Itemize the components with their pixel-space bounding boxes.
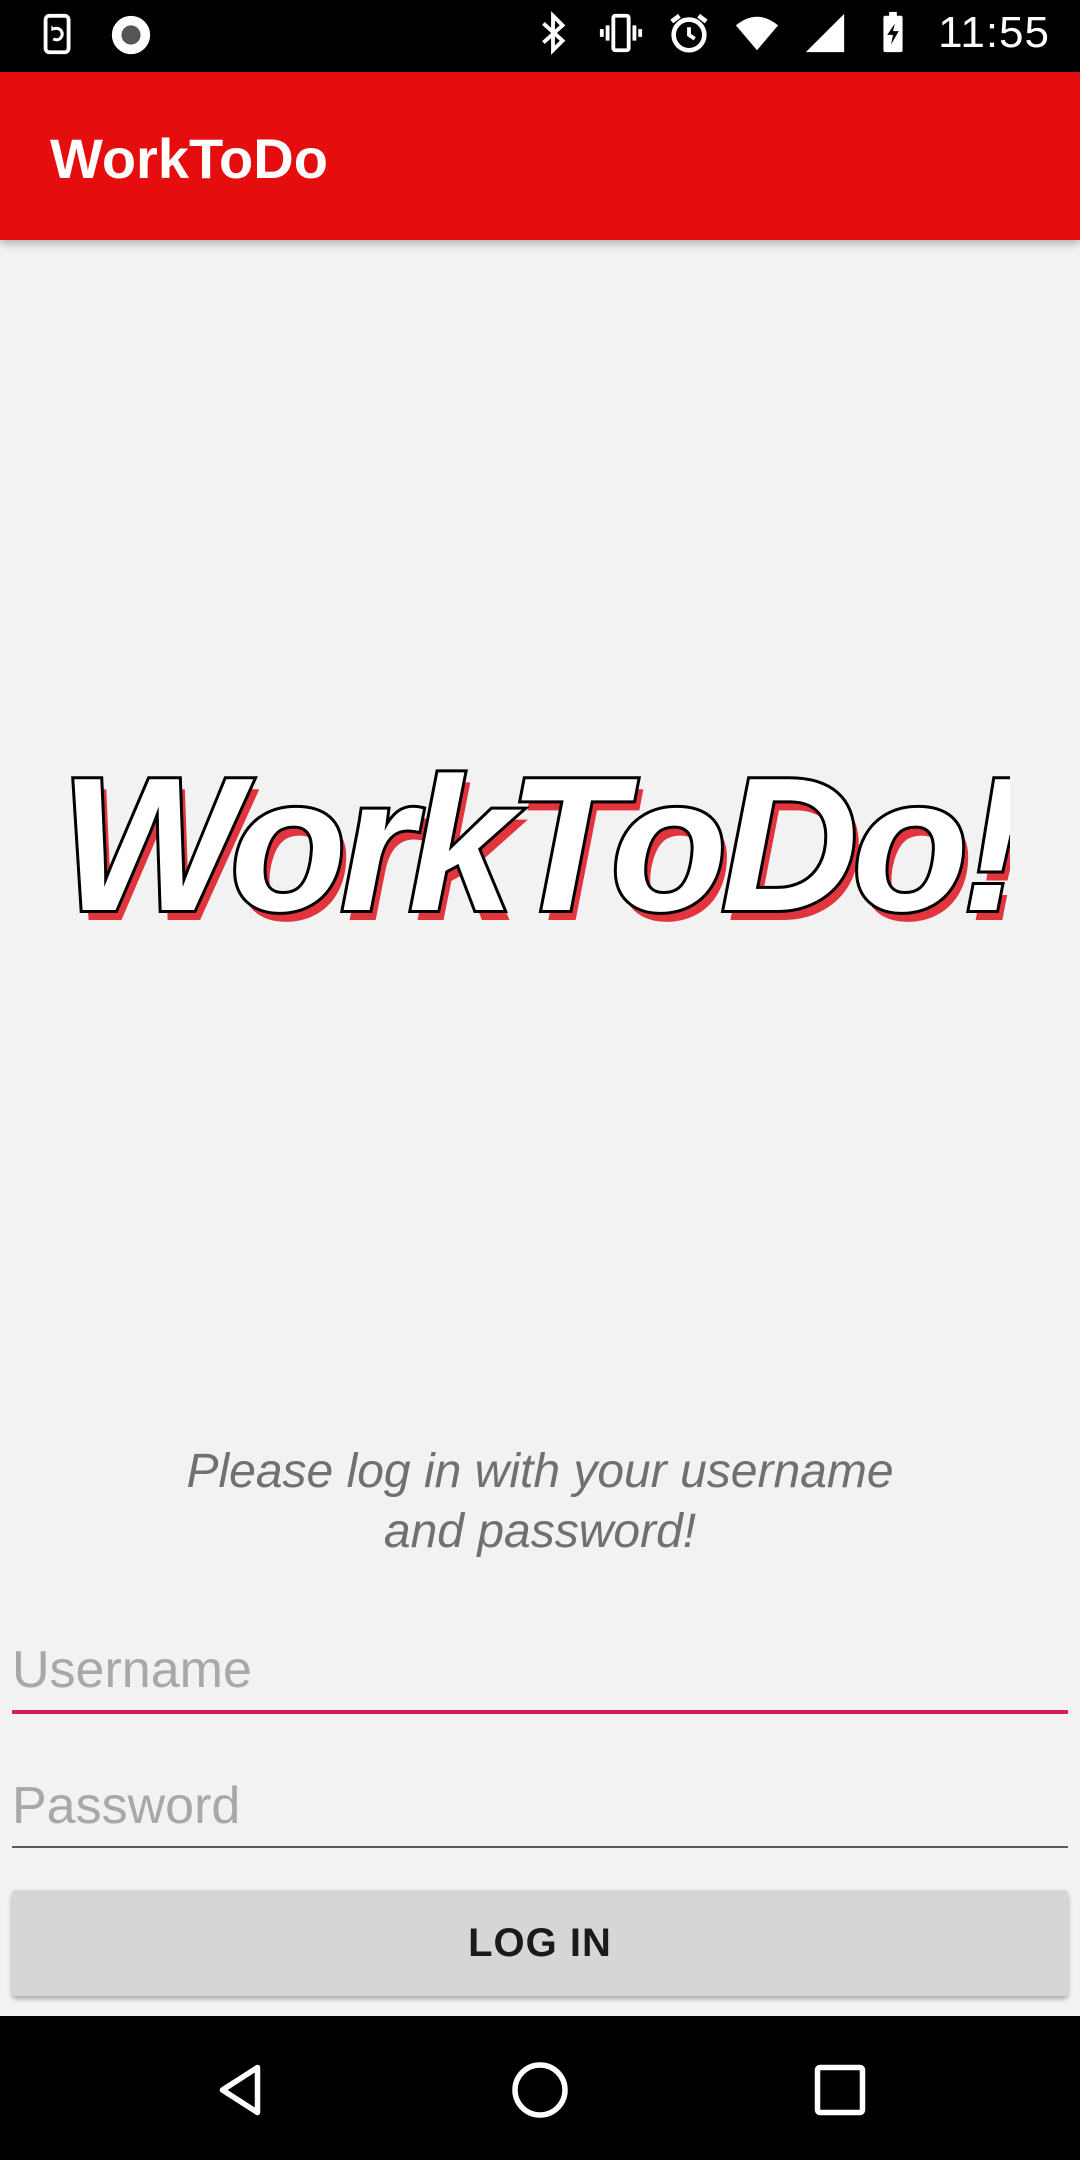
wifi-icon <box>736 16 779 51</box>
screen-rotation-icon <box>43 13 71 55</box>
signal-icon <box>805 13 845 53</box>
login-button[interactable]: LOG IN <box>12 1890 1068 1996</box>
recents-icon[interactable] <box>810 2060 870 2120</box>
bluetooth-icon <box>542 11 566 55</box>
app-title: WorkToDo <box>50 127 328 190</box>
username-input[interactable] <box>12 1630 1068 1714</box>
password-input[interactable] <box>12 1766 1068 1848</box>
battery-charging-icon <box>883 11 903 53</box>
record-icon <box>111 15 151 55</box>
app-bar: WorkToDo <box>0 72 1080 240</box>
status-time: 11:55 <box>938 8 1050 57</box>
instruction-line-1: Please log in with your username <box>186 1445 894 1498</box>
instruction-line-2: and password! <box>383 1505 697 1558</box>
app-logo: WorkToDo! WorkToDo! <box>70 736 1010 950</box>
home-icon[interactable] <box>510 2060 570 2120</box>
status-bar: 11:55 <box>0 0 1080 72</box>
alarm-icon <box>670 13 708 53</box>
logo-text: WorkToDo! <box>70 739 1010 950</box>
login-screen: 11:55 WorkToDo WorkToDo! WorkToDo! Pleas… <box>0 0 1080 2160</box>
navigation-bar <box>0 2016 1080 2160</box>
login-instruction: Please log in with your username and pas… <box>100 1442 980 1562</box>
back-icon[interactable] <box>210 2060 270 2120</box>
vibrate-icon <box>600 13 643 53</box>
